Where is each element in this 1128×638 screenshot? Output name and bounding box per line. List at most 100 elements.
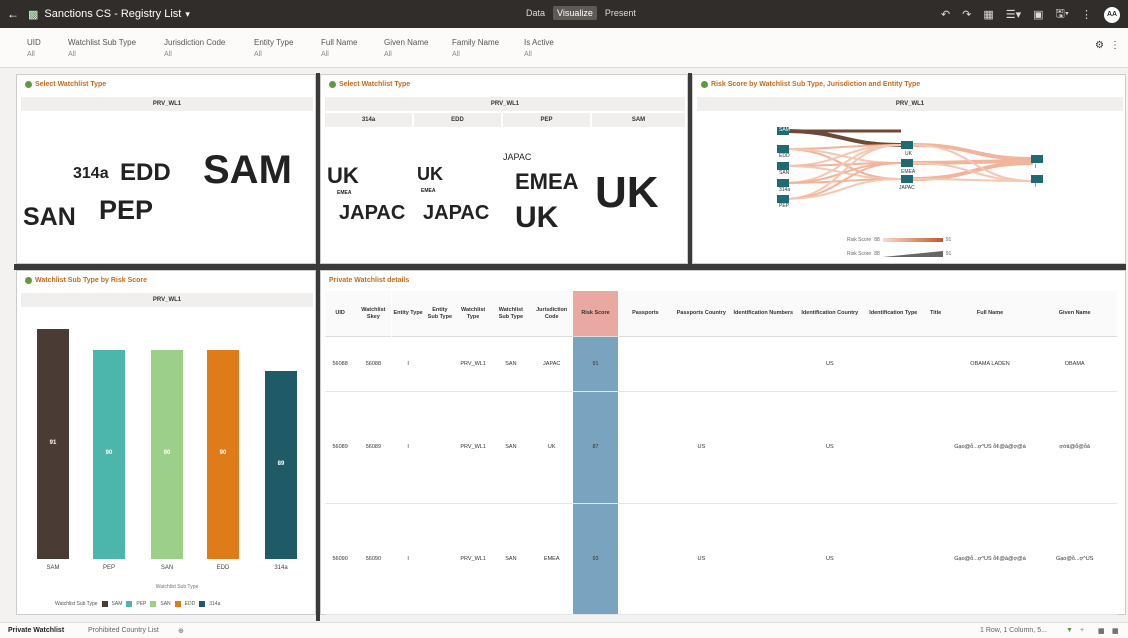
filter-full-name[interactable]: Full Name All <box>321 38 357 58</box>
table-cell[interactable] <box>425 503 455 614</box>
filter-is-active[interactable]: Is Active All <box>524 38 554 58</box>
word-uk[interactable]: UK <box>515 203 558 233</box>
tab-data[interactable]: Data <box>522 6 549 20</box>
table-cell[interactable] <box>863 503 923 614</box>
table-cell[interactable]: 56090 <box>325 503 355 614</box>
table-cell[interactable]: 91 <box>573 337 618 391</box>
table-cell[interactable]: PRV_WL1 <box>455 503 491 614</box>
table-cell[interactable]: EMEA <box>531 503 573 614</box>
table-cell[interactable]: Gạo@ỗ...ợ^US ỗ¢@ả@ợ@à <box>948 503 1033 614</box>
word-emea[interactable]: EMEA <box>337 191 351 196</box>
sankey-node-pep[interactable] <box>777 195 789 203</box>
table-cell[interactable]: Gạo@ỗ...ợ^US ỗ¢@ả@ợ@à <box>948 391 1033 503</box>
redo-icon[interactable]: ↷ <box>962 8 971 21</box>
table-cell[interactable] <box>425 391 455 503</box>
table-cell[interactable] <box>863 337 923 391</box>
filter-watchlist-sub-type[interactable]: Watchlist Sub Type All <box>68 38 136 58</box>
preview-icon[interactable]: ▣ <box>1033 8 1043 21</box>
sankey-node-japac[interactable] <box>901 175 913 183</box>
column-header[interactable]: Identification Country <box>796 291 864 337</box>
add-icon[interactable]: + <box>1080 627 1084 634</box>
column-header[interactable]: Title <box>923 291 948 337</box>
word-japac[interactable]: JAPAC <box>339 203 405 223</box>
filter-more-icon[interactable]: ⋮ <box>1110 40 1120 51</box>
workbook-title[interactable]: Sanctions CS - Registry List ▾ <box>44 8 189 20</box>
tab-present[interactable]: Present <box>601 6 640 20</box>
filter-family-name[interactable]: Family Name All <box>452 38 499 58</box>
table-cell[interactable] <box>924 503 948 614</box>
word-san[interactable]: SAN <box>23 205 76 230</box>
column-header[interactable]: UID <box>325 291 356 337</box>
filter-uid[interactable]: UID All <box>27 38 41 58</box>
add-canvas-icon[interactable]: ⊕ <box>178 627 184 635</box>
table-cell[interactable]: PRV_WL1 <box>455 337 491 391</box>
table-cell[interactable]: US <box>673 391 730 503</box>
table-cell[interactable] <box>730 503 797 614</box>
word-uk[interactable]: UK <box>327 165 359 187</box>
table-row[interactable] <box>325 614 1117 615</box>
sankey-node-individual[interactable] <box>1031 155 1043 163</box>
word-japac[interactable]: JAPAC <box>503 153 531 162</box>
table-cell[interactable]: SAN <box>491 503 530 614</box>
table-cell[interactable] <box>618 337 672 391</box>
column-header[interactable]: Entity Type <box>391 291 425 337</box>
table-cell[interactable]: US <box>797 391 864 503</box>
table-cell[interactable]: 87 <box>573 391 618 503</box>
word-edd[interactable]: EDD <box>120 161 171 185</box>
filter-given-name[interactable]: Given Name All <box>384 38 428 58</box>
table-cell[interactable] <box>618 503 672 614</box>
column-header[interactable]: Full Name <box>947 291 1033 337</box>
table-cell[interactable] <box>863 391 923 503</box>
table-cell[interactable]: US <box>797 337 864 391</box>
table-cell[interactable]: US <box>673 503 730 614</box>
column-header[interactable]: Watchlist Type <box>454 291 492 337</box>
word-uk[interactable]: UK <box>595 171 659 215</box>
avatar[interactable]: AA <box>1104 6 1120 23</box>
table-cell[interactable]: Gạo@ỗ...ợ^US <box>1032 503 1117 614</box>
word-japac[interactable]: JAPAC <box>423 203 489 223</box>
sankey-node-san[interactable] <box>777 162 789 170</box>
word-sam[interactable]: SAM <box>203 150 292 190</box>
word-pep[interactable]: PEP <box>99 197 153 224</box>
table-cell[interactable]: JAPAC <box>531 337 573 391</box>
filter-icon[interactable]: ▼ <box>1066 627 1073 634</box>
sankey-node-uk[interactable] <box>901 141 913 149</box>
table-cell[interactable]: SAN <box>491 391 530 503</box>
column-header[interactable]: Given Name <box>1032 291 1117 337</box>
column-header[interactable]: Passports Country <box>672 291 731 337</box>
table-cell[interactable] <box>924 337 948 391</box>
filter-jurisdiction-code[interactable]: Jurisdiction Code All <box>164 38 225 58</box>
table-cell[interactable]: 56090 <box>355 503 391 614</box>
table-cell[interactable]: 56088 <box>355 337 391 391</box>
sankey-node-individual[interactable] <box>1031 175 1043 183</box>
column-header[interactable]: Watchlist Skey <box>355 291 392 337</box>
table-cell[interactable]: I <box>392 391 425 503</box>
table-cell[interactable]: 56089 <box>355 391 391 503</box>
filter-settings-icon[interactable]: ⚙ <box>1095 40 1104 51</box>
table-cell[interactable]: OBAMA LADEN <box>948 337 1033 391</box>
column-header[interactable]: Entity Sub Type <box>424 291 455 337</box>
table-cell[interactable]: 56088 <box>325 337 355 391</box>
word-emea[interactable]: EMEA <box>515 171 579 193</box>
table-cell[interactable]: ợờả@ỗ@ỗả <box>1032 391 1117 503</box>
back-arrow-icon[interactable]: ← <box>4 7 22 21</box>
tab-prohibited-country-list[interactable]: Prohibited Country List <box>88 627 159 634</box>
table-cell[interactable] <box>425 337 455 391</box>
column-header[interactable]: Passports <box>618 291 673 337</box>
sankey-node-314a[interactable] <box>777 179 789 187</box>
table-cell[interactable]: SAN <box>491 337 530 391</box>
word-emea[interactable]: EMEA <box>421 189 435 194</box>
table-cell[interactable]: US <box>797 503 864 614</box>
grid-icon[interactable]: ▦ <box>983 8 993 21</box>
table-cell[interactable]: 56089 <box>325 391 355 503</box>
save-icon[interactable]: 🖫▾ <box>1056 5 1069 24</box>
table-cell[interactable]: UK <box>531 391 573 503</box>
more-icon[interactable]: ⋮ <box>1081 8 1092 21</box>
table-cell[interactable]: I <box>392 503 425 614</box>
table-cell[interactable] <box>673 337 730 391</box>
table-cell[interactable] <box>730 391 797 503</box>
layout-icon[interactable]: ▦ <box>1112 627 1119 635</box>
word-uk[interactable]: UK <box>417 165 443 183</box>
table-cell[interactable] <box>730 337 797 391</box>
table-cell[interactable]: I <box>392 337 425 391</box>
